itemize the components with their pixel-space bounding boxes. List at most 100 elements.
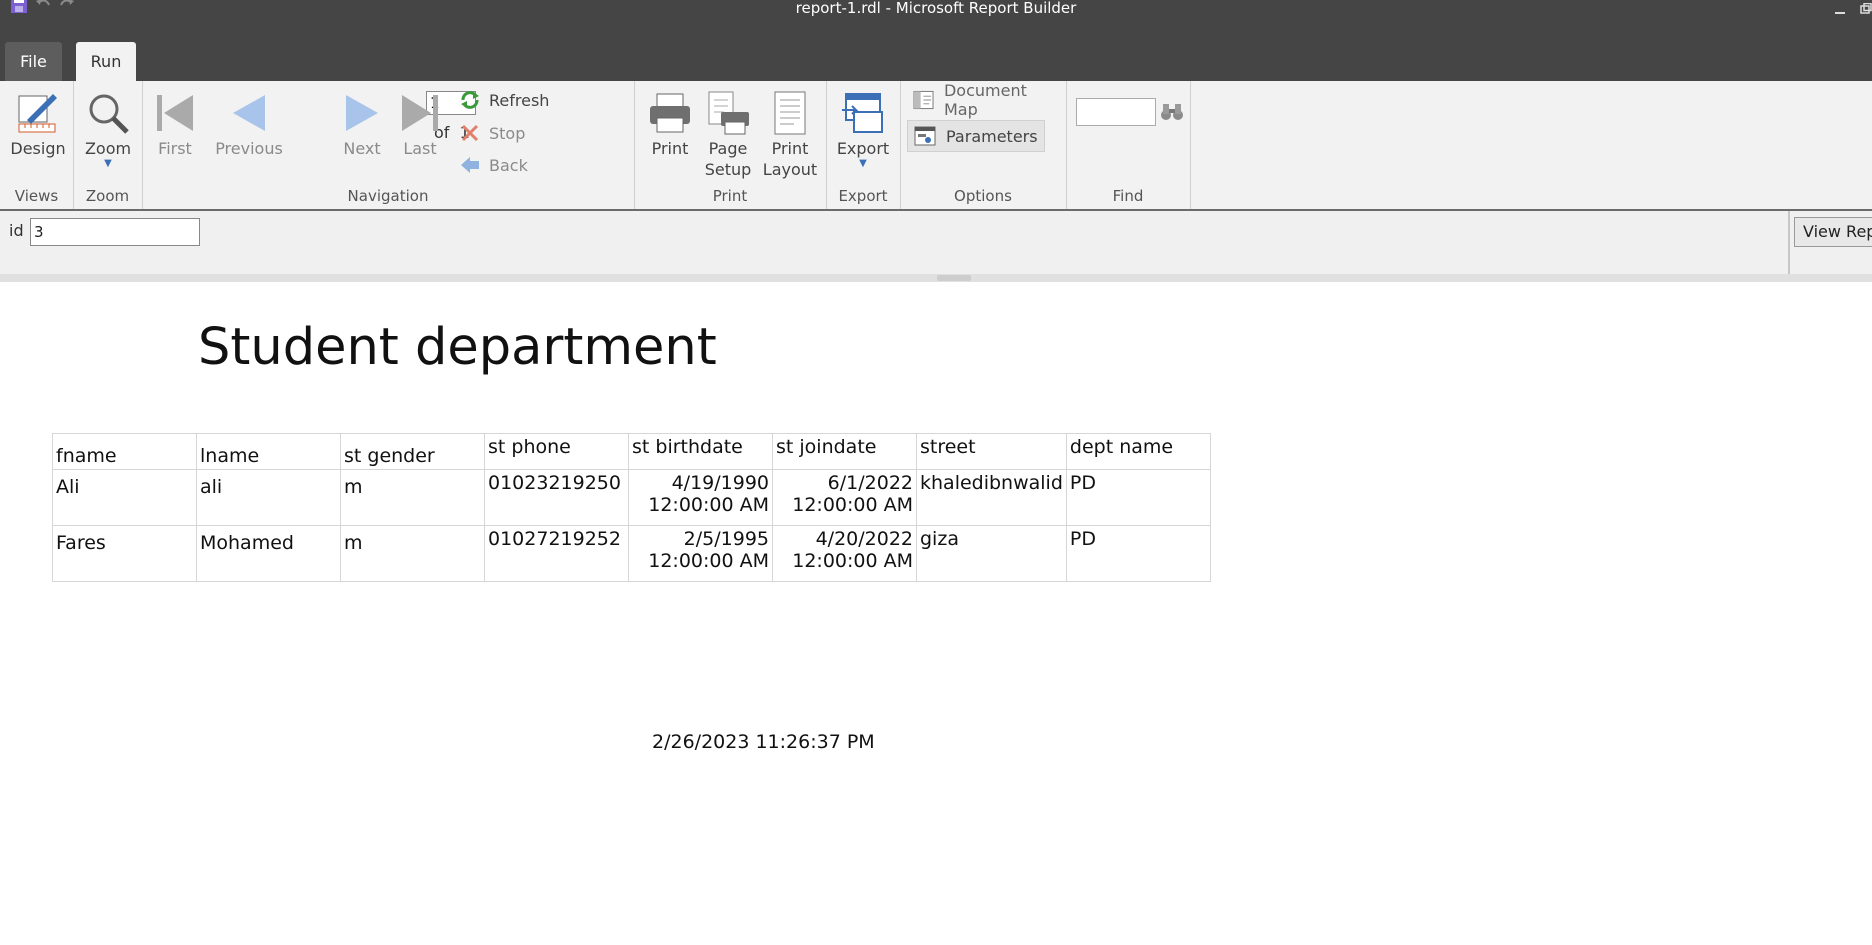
page-setup-icon — [708, 91, 749, 135]
print-layout-label-1: Print — [771, 139, 809, 158]
print-layout-button[interactable]: Print Layout — [762, 88, 818, 180]
column-header: st gender — [340, 433, 485, 470]
print-layout-icon — [774, 91, 806, 135]
parameter-divider — [1788, 211, 1790, 274]
find-input[interactable] — [1076, 98, 1156, 126]
column-header: st birthdate — [628, 433, 773, 470]
zoom-group-label: Zoom — [85, 187, 130, 205]
column-header: dept name — [1065, 433, 1211, 470]
design-button[interactable]: Design — [8, 88, 68, 159]
gender-cell: m — [340, 525, 485, 582]
table-row: Ali ali m 01023219250 4/19/1990 12:00:00 … — [52, 469, 1211, 526]
zoom-group: Zoom ▼ Zoom — [73, 81, 143, 209]
column-header: lname — [196, 433, 341, 470]
document-map-label: Document Map — [943, 81, 1027, 119]
print-button[interactable]: Print — [646, 88, 694, 159]
stop-button[interactable]: Stop — [459, 122, 525, 144]
birthdate-cell: 2/5/1995 12:00:00 AM — [628, 525, 773, 582]
dept-cell: PD — [1065, 525, 1211, 582]
column-header: street — [916, 433, 1067, 470]
page-setup-label-2: Setup — [704, 160, 752, 179]
navigation-group: First Previous of 1 Next Last Refresh St… — [142, 81, 635, 209]
zoom-label: Zoom — [84, 139, 132, 158]
joindate-cell: 4/20/2022 12:00:00 AM — [772, 525, 917, 582]
ribbon-tab-strip: File Run — [0, 33, 1872, 81]
fname-cell: Fares — [52, 525, 197, 582]
document-map-button[interactable]: Document Map — [907, 81, 1066, 119]
last-page-button[interactable]: Last — [395, 88, 445, 159]
lname-cell: ali — [196, 469, 341, 526]
last-page-icon — [402, 95, 438, 131]
previous-page-icon — [233, 95, 265, 131]
tab-run[interactable]: Run — [76, 42, 136, 81]
chevron-down-icon: ▼ — [859, 158, 867, 169]
next-label: Next — [343, 139, 381, 158]
window-controls — [1834, 0, 1872, 14]
export-group: Export ▼ Export — [826, 81, 901, 209]
magnifier-icon — [89, 94, 129, 134]
joindate-time: 12:00:00 AM — [792, 494, 913, 516]
export-group-label: Export — [838, 187, 888, 205]
print-group-label: Print — [712, 187, 748, 205]
phone-cell: 01027219252 — [484, 525, 629, 582]
export-label: Export — [836, 139, 890, 158]
back-button[interactable]: Back — [459, 154, 528, 176]
find-group-label: Find — [1112, 187, 1144, 205]
printer-icon — [650, 93, 690, 133]
parameters-button[interactable]: Parameters — [907, 120, 1045, 152]
page-setup-button[interactable]: Page Setup — [702, 88, 754, 180]
tab-file[interactable]: File — [5, 42, 62, 81]
first-label: First — [158, 139, 192, 158]
dept-cell: PD — [1065, 469, 1211, 526]
navigation-group-label: Navigation — [347, 187, 429, 205]
last-label: Last — [403, 139, 437, 158]
print-group: Print Page Setup Print Layout Print — [634, 81, 827, 209]
joindate-date: 6/1/2022 — [827, 472, 913, 494]
id-parameter-label: id — [9, 221, 24, 240]
title-bar: report-1.rdl - Microsoft Report Builder — [0, 0, 1872, 33]
street-cell: khaledibnwalid — [916, 469, 1067, 526]
page-setup-label-1: Page — [708, 139, 748, 158]
birthdate-time: 12:00:00 AM — [648, 550, 769, 572]
export-icon — [842, 93, 883, 133]
refresh-button[interactable]: Refresh — [459, 89, 549, 111]
binoculars-icon[interactable] — [1160, 102, 1184, 122]
parameters-icon — [914, 126, 936, 146]
previous-page-button[interactable]: Previous — [212, 88, 286, 159]
view-report-button[interactable]: View Report — [1794, 217, 1872, 247]
parameter-pane: id 3 View Report — [0, 211, 1872, 274]
table-header-row: fname lname st gender st phone st birthd… — [52, 433, 1211, 470]
birthdate-date: 2/5/1995 — [683, 528, 769, 550]
joindate-cell: 6/1/2022 12:00:00 AM — [772, 469, 917, 526]
options-group-label: Options — [954, 187, 1012, 205]
restore-icon[interactable] — [1860, 0, 1872, 14]
column-header: st joindate — [772, 433, 917, 470]
report-table: fname lname st gender st phone st birthd… — [52, 433, 1211, 582]
options-group: Document Map Parameters Options — [900, 81, 1067, 209]
design-label: Design — [10, 139, 66, 158]
refresh-icon — [461, 91, 479, 109]
report-title: Student department — [198, 318, 717, 377]
document-map-icon — [913, 90, 934, 110]
first-page-button[interactable]: First — [150, 88, 200, 159]
export-button[interactable]: Export ▼ — [836, 88, 890, 169]
find-group: Find — [1066, 81, 1191, 209]
next-page-button[interactable]: Next — [337, 88, 387, 159]
zoom-button[interactable]: Zoom ▼ — [79, 88, 137, 169]
stop-icon — [461, 124, 479, 142]
birthdate-time: 12:00:00 AM — [648, 494, 769, 516]
views-group-label: Views — [14, 187, 59, 205]
id-parameter-input[interactable]: 3 — [30, 218, 200, 246]
minimize-icon[interactable] — [1834, 0, 1846, 14]
birthdate-date: 4/19/1990 — [671, 472, 769, 494]
lname-cell: Mohamed — [196, 525, 341, 582]
splitter-grip[interactable] — [937, 275, 971, 281]
pane-splitter[interactable] — [0, 274, 1872, 282]
first-page-icon — [157, 95, 193, 131]
column-header: fname — [52, 433, 197, 470]
stop-label: Stop — [489, 123, 526, 143]
ribbon: Design Views Zoom ▼ Zoom First Previous … — [0, 81, 1872, 211]
back-arrow-icon — [461, 157, 479, 173]
back-label: Back — [489, 155, 528, 175]
print-label: Print — [651, 139, 689, 158]
